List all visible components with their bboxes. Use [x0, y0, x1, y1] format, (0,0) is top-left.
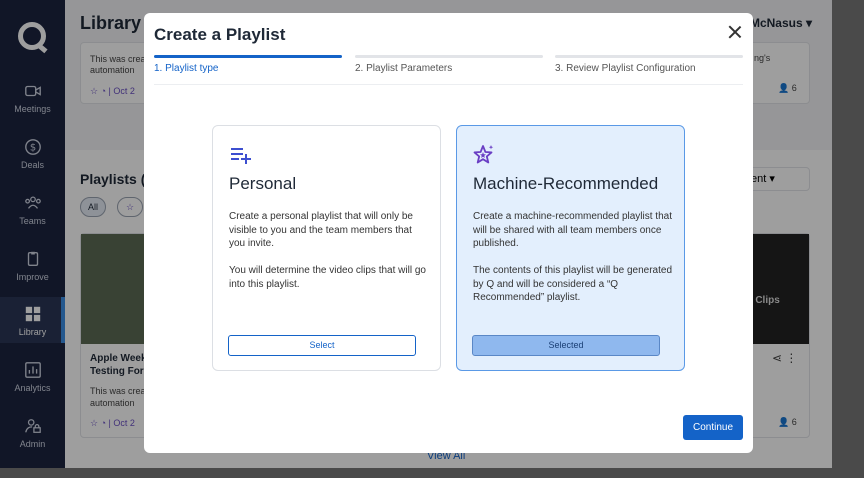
modal-divider [154, 84, 743, 85]
step-label: 2. Playlist Parameters [355, 63, 453, 74]
personal-option-card[interactable]: Personal Create a personal playlist that… [212, 125, 441, 371]
step-label: 3. Review Playlist Configuration [555, 63, 696, 74]
step-review-configuration: 3. Review Playlist Configuration [555, 55, 743, 74]
select-machine-recommended-button[interactable]: Selected [472, 335, 660, 356]
option-title: Machine-Recommended [473, 174, 659, 193]
step-progress-bar [555, 55, 743, 58]
option-description: You will determine the video clips that … [229, 265, 426, 290]
step-label: 1. Playlist type [154, 63, 219, 74]
select-personal-button[interactable]: Select [228, 335, 416, 356]
step-playlist-parameters: 2. Playlist Parameters [355, 55, 543, 74]
sparkle-star-icon [473, 145, 494, 164]
step-progress-bar [355, 55, 543, 58]
close-icon[interactable] [728, 25, 742, 39]
machine-recommended-option-card[interactable]: Machine-Recommended Create a machine-rec… [456, 125, 685, 371]
create-playlist-modal: Create a Playlist 1. Playlist type 2. Pl… [144, 13, 753, 453]
option-description: Create a personal playlist that will onl… [229, 211, 413, 249]
option-description: Create a machine-recommended playlist th… [473, 211, 672, 249]
step-playlist-type: 1. Playlist type [154, 55, 342, 74]
option-description: The contents of this playlist will be ge… [473, 265, 672, 303]
modal-title: Create a Playlist [154, 25, 286, 44]
step-progress-bar [154, 55, 342, 58]
playlist-add-icon [231, 148, 251, 164]
option-title: Personal [229, 174, 297, 193]
continue-button[interactable]: Continue [683, 415, 743, 440]
